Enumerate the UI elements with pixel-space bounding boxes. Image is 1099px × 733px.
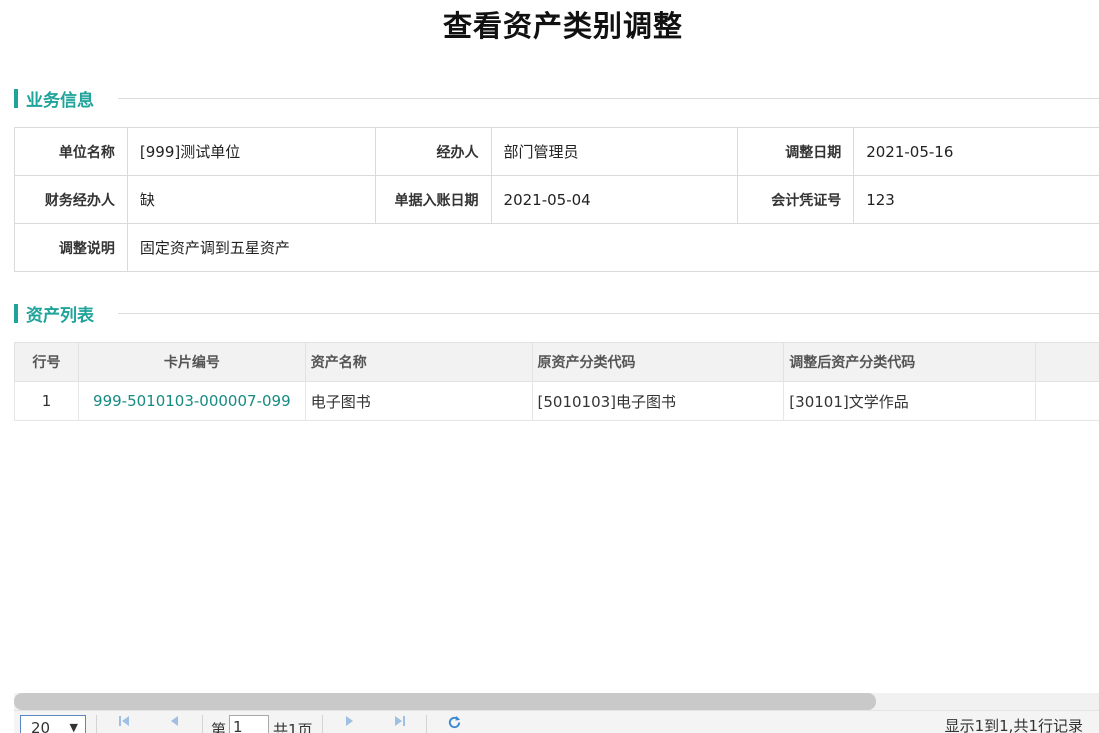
col-header-asset-name[interactable]: 资产名称	[304, 342, 533, 382]
filler-cell	[1035, 381, 1099, 421]
col-header-filler	[1035, 342, 1099, 382]
pager-separator	[426, 715, 427, 733]
remark-value: 固定资产调到五星资产	[126, 223, 1099, 272]
table-header-row: 行号 卡片编号 资产名称 原资产分类代码 调整后资产分类代码	[14, 342, 1099, 382]
page-size-value: 20	[31, 719, 51, 733]
section-title: 资产列表	[26, 305, 94, 326]
page-prefix: 第	[211, 721, 227, 733]
asset-table: 行号 卡片编号 资产名称 原资产分类代码 调整后资产分类代码 1 999-501…	[14, 342, 1099, 421]
remark-label: 调整说明	[14, 223, 128, 272]
adjust-date-label: 调整日期	[737, 127, 855, 176]
page-title: 查看资产类别调整	[442, 9, 683, 43]
record-summary: 显示1到1,共1行记录	[944, 717, 1083, 733]
scrollbar-thumb[interactable]	[14, 693, 876, 710]
page-number-input[interactable]: 1	[229, 715, 269, 733]
unit-label: 单位名称	[14, 127, 128, 176]
pager-separator	[202, 715, 203, 733]
handler-label: 经办人	[374, 127, 492, 176]
section-marker	[14, 88, 18, 108]
pagination-bar: 20 ▼ 第 1 共1页 显示1到1,共1行记录	[14, 710, 1099, 733]
table-row[interactable]: 1 999-5010103-000007-099 电子图书 [5010103]电…	[14, 381, 1099, 421]
asset-list-header: 资产列表	[14, 302, 1099, 326]
handler-value: 部门管理员	[490, 127, 739, 176]
section-title: 业务信息	[26, 90, 94, 111]
divider	[118, 97, 1099, 99]
section-marker	[14, 303, 18, 323]
business-info-header: 业务信息	[14, 87, 1099, 111]
new-code-cell: [30101]文学作品	[783, 381, 1037, 421]
business-info-table: 单位名称 [999]测试单位 经办人 部门管理员 调整日期 2021-05-16…	[14, 127, 1099, 272]
adjust-date-value: 2021-05-16	[853, 127, 1099, 176]
page-total: 共1页	[273, 721, 313, 733]
col-header-row-no[interactable]: 行号	[14, 342, 79, 382]
pager-separator	[96, 715, 97, 733]
col-header-orig-code[interactable]: 原资产分类代码	[531, 342, 785, 382]
page-size-select[interactable]: 20 ▼	[20, 715, 86, 733]
card-no-link[interactable]: 999-5010103-000007-099	[77, 381, 306, 421]
unit-value: [999]测试单位	[126, 127, 376, 176]
orig-code-cell: [5010103]电子图书	[531, 381, 785, 421]
finance-handler-label: 财务经办人	[14, 175, 128, 224]
pager-separator	[322, 715, 323, 733]
col-header-new-code[interactable]: 调整后资产分类代码	[783, 342, 1037, 382]
entry-date-label: 单据入账日期	[374, 175, 492, 224]
next-page-icon[interactable]	[344, 715, 356, 731]
divider	[118, 312, 1099, 314]
first-page-icon[interactable]	[118, 715, 130, 731]
voucher-value: 123	[853, 175, 1099, 224]
finance-handler-value: 缺	[126, 175, 376, 224]
voucher-label: 会计凭证号	[737, 175, 855, 224]
col-header-card-no[interactable]: 卡片编号	[77, 342, 306, 382]
asset-name-cell: 电子图书	[304, 381, 533, 421]
last-page-icon[interactable]	[394, 715, 406, 731]
refresh-icon[interactable]	[447, 715, 462, 733]
row-no-cell: 1	[14, 381, 79, 421]
dropdown-arrow-icon: ▼	[69, 721, 78, 733]
prev-page-icon[interactable]	[168, 715, 180, 731]
entry-date-value: 2021-05-04	[490, 175, 739, 224]
horizontal-scrollbar[interactable]	[14, 693, 1099, 710]
